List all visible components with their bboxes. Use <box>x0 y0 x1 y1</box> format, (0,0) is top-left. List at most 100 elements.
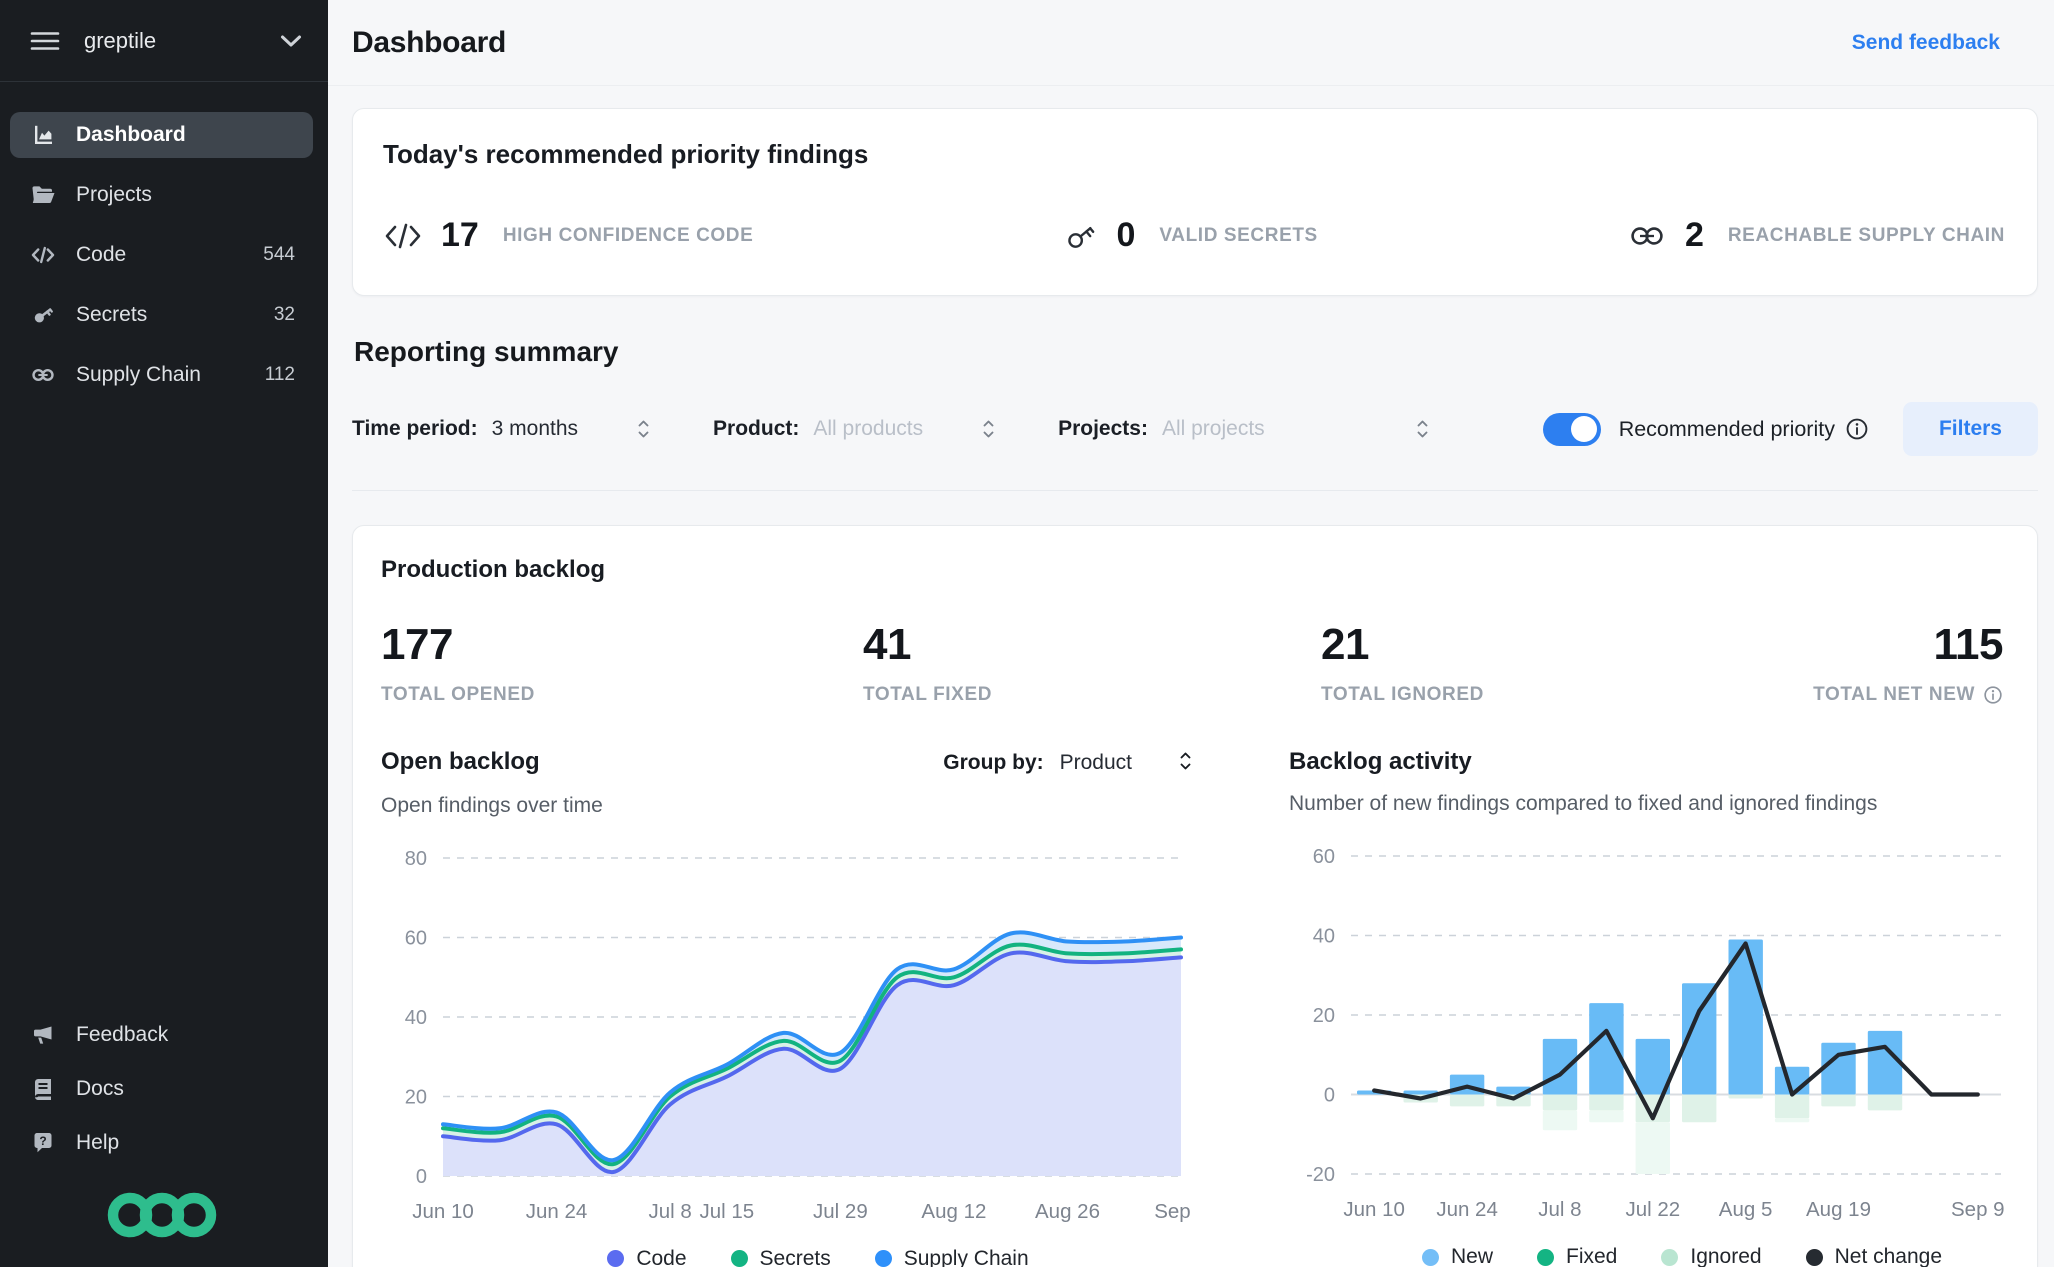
svg-text:Jul 8: Jul 8 <box>648 1200 691 1223</box>
time-period-select[interactable]: Time period: 3 months <box>352 417 651 441</box>
chain-link-icon <box>30 363 56 387</box>
group-by-value: Product <box>1059 751 1132 774</box>
legend-item[interactable]: Supply Chain <box>874 1247 1029 1267</box>
legend-item[interactable]: Code <box>607 1246 687 1267</box>
backlog-activity-title: Backlog activity <box>1289 748 1472 775</box>
filters-button[interactable]: Filters <box>1902 402 2038 456</box>
select-chevrons-icon[interactable] <box>636 417 651 441</box>
org-switcher[interactable]: greptile <box>0 0 328 82</box>
chevron-down-icon[interactable] <box>280 34 302 48</box>
code-icon <box>383 219 423 253</box>
stat-value: 21 <box>1321 620 1369 669</box>
send-feedback-link[interactable]: Send feedback <box>1852 31 2000 55</box>
svg-text:Jul 8: Jul 8 <box>1538 1198 1581 1221</box>
sidebar-item-supply-chain[interactable]: Supply Chain 112 <box>10 352 313 398</box>
stat-label: REACHABLE SUPPLY CHAIN <box>1727 224 2005 246</box>
sidebar-footer: Feedback Docs ? Help <box>0 1013 328 1267</box>
supply-chain-count-badge: 112 <box>264 364 295 385</box>
legend-label: Ignored <box>1690 1245 1762 1267</box>
secrets-count-badge: 32 <box>273 304 295 325</box>
svg-text:?: ? <box>39 1134 46 1148</box>
group-by-label: Group by: <box>943 751 1044 774</box>
svg-text:Sep 9: Sep 9 <box>1951 1198 2005 1221</box>
legend-item[interactable]: Secrets <box>730 1246 831 1267</box>
select-chevrons-icon[interactable] <box>1178 749 1193 778</box>
sidebar: greptile Dashboard Projects Code 544 Sec… <box>0 0 328 1267</box>
stat-high-confidence-code[interactable]: 17 HIGH CONFIDENCE CODE <box>383 216 753 255</box>
reporting-summary-title: Reporting summary <box>354 336 619 367</box>
sidebar-item-secrets[interactable]: Secrets 32 <box>10 292 313 338</box>
sidebar-item-feedback[interactable]: Feedback <box>10 1013 313 1057</box>
legend-label: Net change <box>1834 1245 1943 1267</box>
charts-row: Open backlog Group by: Product Open find… <box>381 748 2005 1267</box>
stat-label: TOTAL NET NEW <box>1813 684 1975 705</box>
select-chevrons-icon[interactable] <box>981 417 996 441</box>
recommended-priority-toggle[interactable] <box>1542 412 1601 446</box>
filter-label: Product: <box>713 417 800 440</box>
svg-text:0: 0 <box>1324 1085 1335 1107</box>
stat-valid-secrets[interactable]: 0 VALID SECRETS <box>1063 216 1318 255</box>
sidebar-item-label: Secrets <box>76 303 148 326</box>
svg-text:Jun 24: Jun 24 <box>526 1200 588 1223</box>
stat-reachable-supply-chain[interactable]: 2 REACHABLE SUPPLY CHAIN <box>1627 216 2005 255</box>
legend-item[interactable]: Net change <box>1805 1245 1943 1267</box>
select-chevrons-icon[interactable] <box>1415 417 1430 441</box>
sidebar-item-dashboard[interactable]: Dashboard <box>10 112 313 158</box>
svg-text:0: 0 <box>416 1166 427 1188</box>
code-icon <box>30 243 56 267</box>
legend-label: New <box>1450 1245 1493 1267</box>
stat-label: TOTAL FIXED <box>863 684 993 705</box>
open-backlog-panel: Open backlog Group by: Product Open find… <box>381 748 1208 1267</box>
svg-text:Jun 10: Jun 10 <box>412 1200 474 1223</box>
svg-text:80: 80 <box>405 848 427 870</box>
svg-text:20: 20 <box>405 1086 427 1108</box>
sidebar-item-code[interactable]: Code 544 <box>10 232 313 278</box>
section-divider <box>352 490 2038 491</box>
group-by-select[interactable]: Group by: Product <box>943 749 1193 778</box>
legend-item[interactable]: New <box>1421 1245 1493 1267</box>
info-icon[interactable] <box>1983 685 2003 705</box>
megaphone-icon <box>30 1023 56 1047</box>
sidebar-item-label: Dashboard <box>76 123 186 146</box>
stat-total-net-new: 115 TOTAL NET NEW <box>1741 620 2003 706</box>
svg-text:Aug 5: Aug 5 <box>1719 1198 1773 1221</box>
open-backlog-chart: 0 20 40 60 80 Jun 10 Jun 24 Jul 8 Jul 15 Jul 29 Au… <box>405 848 1208 1223</box>
svg-text:20: 20 <box>1313 1005 1335 1027</box>
legend-label: Code <box>636 1246 687 1267</box>
svg-text:Aug 26: Aug 26 <box>1035 1200 1100 1223</box>
svg-text:40: 40 <box>1313 926 1335 948</box>
open-backlog-title: Open backlog <box>381 748 540 775</box>
legend-dot <box>1805 1248 1823 1266</box>
info-icon[interactable] <box>1845 417 1869 441</box>
sidebar-item-label: Supply Chain <box>76 363 201 386</box>
open-backlog-legend: Code Secrets Supply Chain <box>381 1247 1193 1267</box>
filter-row: Time period: 3 months Product: All produ… <box>352 402 2038 456</box>
filter-value: All projects <box>1161 417 1265 440</box>
legend-dot <box>874 1250 892 1267</box>
filter-value: 3 months <box>491 417 579 440</box>
hamburger-menu-icon[interactable] <box>30 29 60 53</box>
stat-label: HIGH CONFIDENCE CODE <box>502 224 754 246</box>
backlog-title: Production backlog <box>381 556 606 583</box>
projects-select[interactable]: Projects: All projects <box>1058 417 1430 441</box>
greptile-logo <box>10 1191 313 1239</box>
sidebar-item-docs[interactable]: Docs <box>10 1067 313 1111</box>
priority-stats-row: 17 HIGH CONFIDENCE CODE 0 VALID SECRETS <box>383 216 2007 255</box>
stat-label: VALID SECRETS <box>1159 224 1318 246</box>
sidebar-nav: Dashboard Projects Code 544 Secrets 32 S… <box>0 82 328 1013</box>
production-backlog-card: Production backlog 177 TOTAL OPENED 41 T… <box>352 525 2038 1267</box>
sidebar-item-label: Code <box>76 243 127 266</box>
svg-text:Jun 24: Jun 24 <box>1436 1198 1498 1221</box>
sidebar-item-help[interactable]: ? Help <box>10 1121 313 1165</box>
sidebar-item-projects[interactable]: Projects <box>10 172 313 218</box>
filter-label: Projects: <box>1058 417 1148 440</box>
legend-item[interactable]: Ignored <box>1661 1245 1762 1267</box>
stat-label: TOTAL OPENED <box>381 684 535 705</box>
legend-label: Secrets <box>759 1246 831 1267</box>
backlog-stats-row: 177 TOTAL OPENED 41 TOTAL FIXED 21 TOTAL… <box>381 620 2004 706</box>
org-name: greptile <box>84 27 157 53</box>
chain-icon <box>1627 220 1667 252</box>
app-root: greptile Dashboard Projects Code 544 Sec… <box>0 0 2054 1267</box>
product-select[interactable]: Product: All products <box>713 417 996 441</box>
legend-item[interactable]: Fixed <box>1537 1245 1617 1267</box>
